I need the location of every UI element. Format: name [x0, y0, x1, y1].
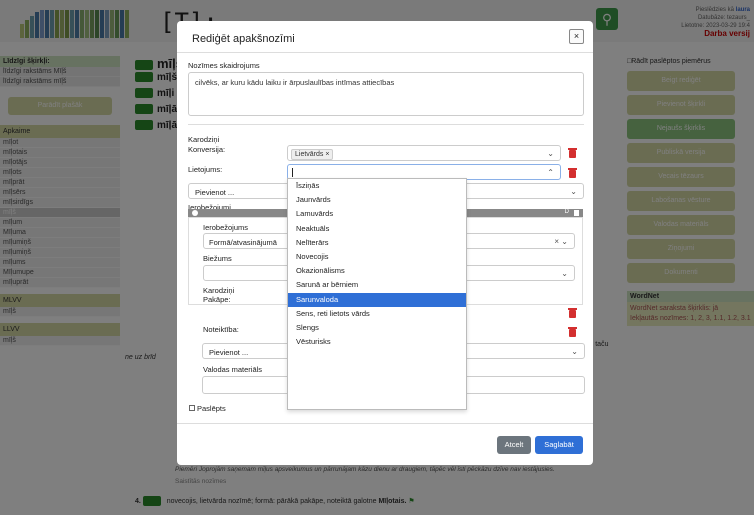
usage-option[interactable]: Nelīterārs — [288, 236, 466, 250]
conversion-tag[interactable]: Lietvārds × — [291, 149, 334, 160]
header-divider — [177, 52, 593, 53]
hidden-label: Paslēpts — [197, 404, 226, 413]
trash-icon[interactable] — [568, 148, 577, 158]
definiteness-label: Noteiktība: — [203, 325, 239, 334]
conversion-select[interactable]: Lietvārds × ⌄ — [287, 145, 561, 161]
restriction-label: Ierobežojums — [203, 223, 249, 232]
usage-option[interactable]: Novecojis — [288, 250, 466, 264]
clear-and-chevron-icon[interactable]: × ⌄ — [554, 237, 568, 246]
trash-icon[interactable] — [568, 168, 577, 178]
restriction-toggle[interactable]: D — [565, 209, 569, 215]
trash-icon[interactable] — [568, 308, 577, 318]
chevron-down-icon: ⌄ — [571, 347, 578, 356]
divider — [188, 124, 584, 125]
conversion-label: Konversija: — [188, 145, 226, 154]
usage-option[interactable]: Vēsturisks — [288, 335, 466, 349]
save-button[interactable]: Saglabāt — [535, 436, 583, 454]
trash-icon[interactable] — [568, 327, 577, 337]
usage-option[interactable]: Sarunvaloda — [288, 292, 466, 307]
cancel-button[interactable]: Atcelt — [497, 436, 531, 454]
close-button[interactable]: × — [569, 29, 584, 44]
usage-option[interactable]: Neaktuāls — [288, 222, 466, 236]
chevron-down-icon: ⌄ — [570, 187, 577, 196]
text-cursor — [292, 168, 293, 177]
gloss-textarea[interactable]: cilvēks, ar kuru kādu laiku ir ārpuslaul… — [188, 72, 584, 116]
usage-option[interactable]: Jaunvārds — [288, 193, 466, 207]
usage-option[interactable]: Slengs — [288, 321, 466, 335]
frequency-label: Biežums — [203, 254, 232, 263]
radio-icon[interactable] — [192, 210, 198, 216]
language-material-label: Valodas materiāls — [203, 365, 263, 374]
chevron-up-icon: ⌃ — [547, 168, 554, 177]
usage-option[interactable]: Okazionālisms — [288, 264, 466, 278]
gloss-label: Nozīmes skaidrojums — [188, 61, 260, 70]
usage-option[interactable]: Īsziņās — [288, 179, 466, 193]
flags-label: Karodziņi — [188, 135, 220, 144]
edit-subsense-dialog: Rediģēt apakšnozīmi × Nozīmes skaidrojum… — [177, 21, 593, 465]
usage-option[interactable]: Sens, reti lietots vārds — [288, 307, 466, 321]
usage-options-list: Īsziņās Jaunvārds Lamuvārds Neaktuāls Nelīte… — [287, 178, 467, 410]
trash-icon[interactable] — [574, 210, 579, 216]
dialog-title: Rediģēt apakšnozīmi — [192, 33, 295, 45]
degree-label: Pakāpe: — [203, 295, 231, 304]
chevron-down-icon: ⌄ — [547, 149, 554, 158]
hidden-checkbox[interactable] — [189, 405, 195, 411]
footer-divider — [177, 423, 593, 424]
usage-label: Lietojums: — [188, 165, 223, 174]
usage-option[interactable]: Sarunā ar bērniem — [288, 278, 466, 292]
flags2-label: Karodziņi — [203, 286, 235, 295]
usage-option[interactable]: Lamuvārds — [288, 207, 466, 221]
chevron-down-icon: ⌄ — [561, 269, 568, 278]
